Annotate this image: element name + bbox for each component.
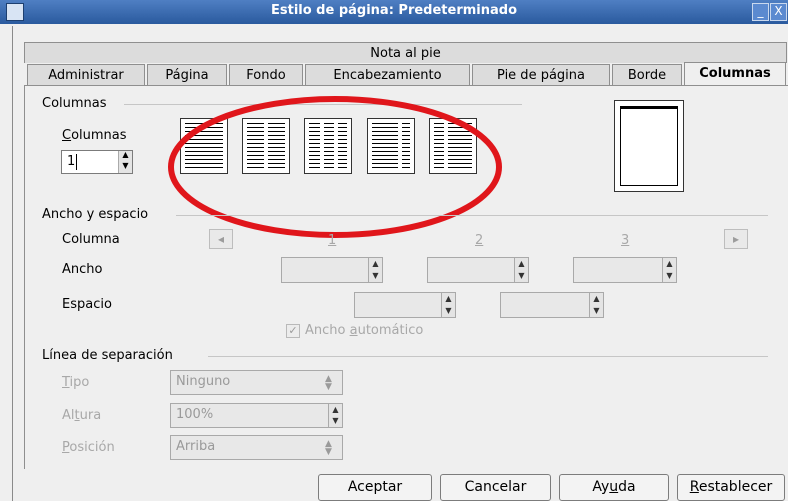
minimize-button[interactable]: _: [752, 3, 769, 21]
window-title: Estilo de página: Predeterminado: [270, 3, 518, 18]
separator: [176, 215, 768, 216]
auto-width-label: Ancho automático: [305, 323, 424, 338]
espacio-label: Espacio: [62, 297, 112, 312]
altura-label: Altura: [62, 408, 102, 423]
section-ancho-espacio-title: Ancho y espacio: [42, 207, 149, 222]
espacio-field-1[interactable]: ▲ ▼: [354, 292, 456, 318]
tab-administrar[interactable]: Administrar: [27, 64, 145, 85]
spin-icon[interactable]: ▲ ▼: [589, 293, 603, 317]
separator: [208, 356, 768, 357]
tab-pie-de-pagina[interactable]: Pie de página: [472, 64, 610, 85]
arrow-right-icon[interactable]: ▸: [724, 229, 748, 249]
tab-columnas[interactable]: Columnas: [684, 62, 786, 85]
section-separacion-title: Línea de separación: [42, 348, 173, 363]
text-cursor: [76, 154, 77, 170]
arrow-left-icon[interactable]: ◂: [209, 229, 233, 249]
page-preview: [614, 100, 684, 192]
chevron-icon: ▲ ▼: [325, 374, 332, 392]
cancelar-button[interactable]: Cancelar: [440, 474, 551, 501]
tipo-label: Tipo: [62, 375, 90, 390]
tipo-dropdown[interactable]: Ninguno ▲ ▼: [170, 370, 343, 395]
annotation-ellipse: [168, 96, 502, 238]
columnas-spinbox[interactable]: 1 ▲ ▼: [61, 150, 133, 174]
restablecer-button[interactable]: Restablecer: [677, 474, 785, 501]
tipo-value: Ninguno: [176, 374, 231, 389]
altura-value: 100%: [176, 407, 214, 422]
spin-icon[interactable]: ▲ ▼: [662, 258, 676, 282]
espacio-field-2[interactable]: ▲ ▼: [500, 292, 604, 318]
tab-fondo[interactable]: Fondo: [229, 64, 303, 85]
columnas-value[interactable]: 1: [67, 154, 75, 169]
spin-icon[interactable]: ▲ ▼: [328, 404, 342, 427]
posicion-value: Arriba: [176, 439, 216, 454]
spin-icon[interactable]: ▲ ▼: [441, 293, 455, 317]
chevron-icon: ▲ ▼: [325, 439, 332, 457]
col-number-2: 2: [475, 233, 484, 248]
ayuda-button[interactable]: Ayuda: [559, 474, 669, 501]
posicion-label: Posición: [62, 440, 115, 455]
tab-pagina[interactable]: Página: [147, 64, 227, 85]
auto-width-checkbox[interactable]: ✓: [286, 324, 300, 338]
ancho-field-1[interactable]: ▲ ▼: [281, 257, 383, 283]
tab-nota-al-pie[interactable]: Nota al pie: [24, 42, 787, 63]
spin-icon[interactable]: ▲ ▼: [368, 258, 382, 282]
tab-encabezamiento[interactable]: Encabezamiento: [305, 64, 470, 85]
ancho-label: Ancho: [62, 262, 103, 277]
columnas-field-label: Columnas: [62, 128, 127, 143]
altura-field[interactable]: 100% ▲ ▼: [170, 403, 343, 428]
aceptar-button[interactable]: Aceptar: [318, 474, 432, 501]
col-number-3: 3: [621, 233, 630, 248]
columna-label: Columna: [62, 232, 120, 247]
posicion-dropdown[interactable]: Arriba ▲ ▼: [170, 435, 343, 460]
title-bar: Estilo de página: Predeterminado _ X: [0, 0, 788, 24]
ancho-field-3[interactable]: ▲ ▼: [573, 257, 677, 283]
section-columnas-title: Columnas: [42, 96, 107, 111]
close-button[interactable]: X: [770, 3, 787, 21]
ancho-field-2[interactable]: ▲ ▼: [427, 257, 529, 283]
spin-down-icon[interactable]: ▼: [118, 162, 132, 173]
col-number-1: 1: [328, 233, 337, 248]
tab-borde[interactable]: Borde: [612, 64, 682, 85]
spin-icon[interactable]: ▲ ▼: [514, 258, 528, 282]
